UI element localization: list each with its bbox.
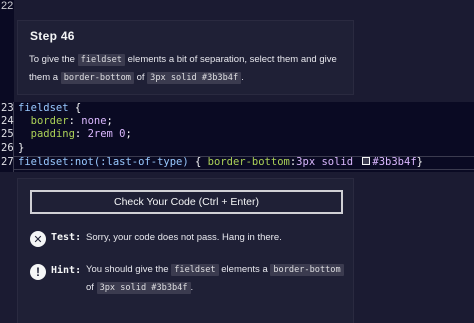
code-editor[interactable]: 23 24 25 26 27 fieldset { border: none; … — [0, 102, 474, 172]
code-property: padding — [30, 128, 75, 140]
code-selector: fieldset — [18, 102, 69, 114]
hint-text: You should give the fieldset elements a … — [86, 261, 346, 297]
line-number: 27 — [1, 156, 14, 168]
code-brace: } — [416, 156, 423, 168]
code-line-active[interactable]: fieldset:not(:last-of-type) { border-bot… — [18, 156, 423, 168]
hint-chip-border-bottom: border-bottom — [270, 264, 344, 276]
lightbulb-icon: ! — [30, 264, 46, 280]
code-value: 2rem 0 — [87, 128, 126, 140]
hint-label: Hint: — [51, 265, 82, 276]
hint-chip-fieldset: fieldset — [171, 264, 219, 276]
code-semicolon: ; — [106, 115, 113, 127]
code-chip-fieldset: fieldset — [77, 54, 125, 66]
results-panel: Check Your Code (Ctrl + Enter) ✕ Test: S… — [17, 178, 354, 323]
code-chip-border-bottom: border-bottom — [60, 72, 134, 84]
check-code-button[interactable]: Check Your Code (Ctrl + Enter) — [30, 190, 343, 214]
code-brace: { — [68, 102, 82, 114]
hint-text-3: of — [86, 282, 97, 293]
close-circle-icon: ✕ — [30, 231, 46, 247]
line-number: 24 — [1, 115, 14, 127]
editor-gutter — [0, 12, 14, 102]
code-brace: } — [18, 142, 25, 154]
step-description-panel: Step 46 To give the fieldset elements a … — [17, 20, 354, 95]
code-line[interactable]: border: none; — [18, 115, 113, 127]
test-result-text: Sorry, your code does not pass. Hang in … — [86, 232, 282, 243]
line-number: 26 — [1, 142, 14, 154]
step-instructions: To give the fieldset elements a bit of s… — [29, 51, 351, 87]
code-property: border-bottom — [207, 156, 290, 168]
line-number-22: 22 — [0, 0, 14, 12]
hint-chip-border-value: 3px solid #3b3b4f — [96, 282, 191, 294]
hint-text-1: You should give the — [86, 264, 172, 275]
line-numbers: 23 24 25 26 27 — [0, 102, 14, 172]
code-property: border — [30, 115, 69, 127]
code-colon: : — [68, 115, 82, 127]
desc-text-4: . — [241, 72, 244, 83]
code-semicolon: ; — [125, 128, 132, 140]
line-number: 25 — [1, 128, 14, 140]
code-line[interactable]: padding: 2rem 0; — [18, 128, 132, 140]
code-selector: fieldset:not(:last-of-type) — [18, 156, 189, 168]
color-swatch-icon[interactable] — [362, 157, 371, 165]
code-line[interactable]: } — [18, 142, 24, 154]
desc-text-1: To give the — [29, 54, 78, 65]
code-colon: : — [74, 128, 88, 140]
code-value-color: #3b3b4f — [372, 156, 417, 168]
hint-text-4: . — [190, 282, 194, 293]
code-value: 3px solid — [296, 156, 360, 168]
desc-text-3: of — [133, 72, 148, 83]
hint-text-2: elements a — [218, 264, 271, 275]
code-line[interactable]: fieldset { — [18, 102, 81, 114]
line-number: 23 — [1, 102, 14, 114]
step-title: Step 46 — [30, 29, 75, 43]
code-brace: { — [188, 156, 208, 168]
code-chip-border-value: 3px solid #3b3b4f — [147, 72, 242, 84]
code-value: none — [81, 115, 107, 127]
test-label: Test: — [51, 232, 82, 243]
